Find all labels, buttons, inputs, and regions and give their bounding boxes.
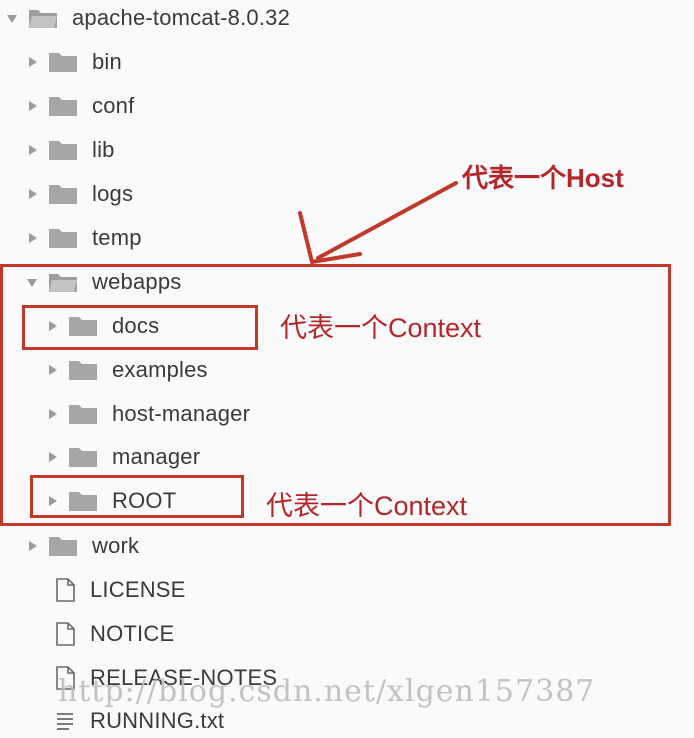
annotation-arrow xyxy=(298,181,458,264)
watermark: http://blog.csdn.net/xlgen157387 xyxy=(58,674,596,709)
